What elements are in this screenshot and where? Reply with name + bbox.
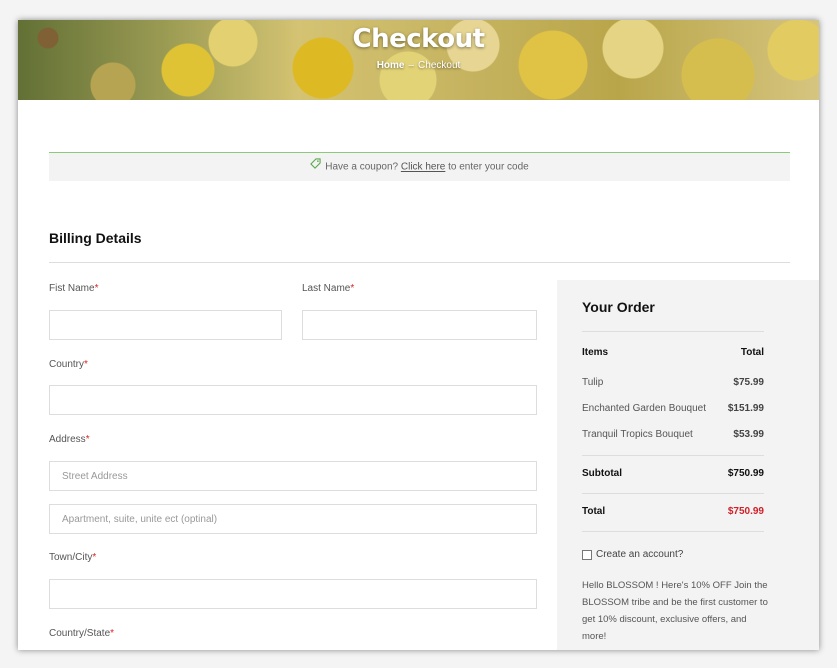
items-header: Items <box>582 347 609 358</box>
order-item-row: Tulip $75.99 <box>582 377 764 388</box>
address-label-text: Address <box>49 434 86 445</box>
country-field[interactable] <box>49 385 537 415</box>
divider <box>582 531 764 532</box>
required-mark: * <box>85 434 90 445</box>
order-item-name: Tulip <box>582 377 604 388</box>
coupon-suffix: to enter your code <box>448 161 529 173</box>
create-account-checkbox[interactable] <box>582 549 592 560</box>
town-city-field[interactable] <box>49 579 537 609</box>
required-mark: * <box>84 359 88 370</box>
coupon-notice: Have a coupon? Click here to enter your … <box>49 152 790 181</box>
order-item-row: Enchanted Garden Bouquet $151.99 <box>582 403 764 414</box>
required-mark: * <box>94 283 99 294</box>
last-name-field[interactable] <box>302 310 537 340</box>
subtotal-value: $750.99 <box>727 468 764 479</box>
apartment-field[interactable] <box>49 504 537 534</box>
subtotal-row: Subtotal $750.99 <box>582 468 764 479</box>
town-city-label-text: Town/City <box>49 552 93 563</box>
hero-banner: Checkout Home – Checkout <box>18 20 819 100</box>
order-summary-panel: Your Order Items Total Tulip $75.99 Ench… <box>557 280 819 650</box>
last-name-label: Last Name* <box>302 283 354 294</box>
address-label: Address* <box>49 434 90 445</box>
coupon-click-here-link[interactable]: Click here <box>401 162 445 173</box>
divider <box>49 262 790 263</box>
your-order-heading: Your Order <box>582 299 655 315</box>
first-name-field[interactable] <box>49 310 282 340</box>
promo-message: Hello BLOSSOM ! Here's 10% OFF Join the … <box>582 580 768 642</box>
country-label: Country* <box>49 359 88 370</box>
total-value: $750.99 <box>727 506 764 517</box>
order-item-price: $53.99 <box>733 429 764 440</box>
checkout-page: Checkout Home – Checkout Have a coupon? Cl… <box>18 20 819 650</box>
total-label: Total <box>582 506 606 517</box>
town-city-label: Town/City* <box>49 552 96 563</box>
first-name-label: Fist Name* <box>49 283 98 294</box>
total-row: Total $750.99 <box>582 506 764 517</box>
country-state-label-text: Country/State <box>49 628 111 639</box>
order-item-name: Enchanted Garden Bouquet <box>582 403 706 414</box>
divider <box>582 493 764 494</box>
last-name-label-text: Last Name <box>302 283 351 294</box>
order-item-price: $151.99 <box>727 403 764 414</box>
tag-icon <box>310 153 321 181</box>
country-label-text: Country <box>49 359 85 370</box>
first-name-label-text: Fist Name <box>49 283 95 294</box>
breadcrumb-home-link[interactable]: Home <box>377 60 405 71</box>
order-item-price: $75.99 <box>733 377 764 388</box>
order-header-row: Items Total <box>582 347 764 358</box>
billing-details-heading: Billing Details <box>49 230 142 246</box>
breadcrumb-separator: – <box>408 60 415 71</box>
divider <box>582 331 764 332</box>
total-header: Total <box>740 347 764 358</box>
country-state-label: Country/State* <box>49 628 114 639</box>
breadcrumb: Home – Checkout <box>18 60 819 71</box>
required-mark: * <box>110 628 115 639</box>
create-account-option[interactable]: Create an account? <box>582 549 683 560</box>
street-address-field[interactable] <box>49 461 537 491</box>
subtotal-label: Subtotal <box>582 468 622 479</box>
create-account-label: Create an account? <box>596 549 684 560</box>
order-item-row: Tranquil Tropics Bouquet $53.99 <box>582 429 764 440</box>
required-mark: * <box>92 552 97 563</box>
required-mark: * <box>350 283 355 294</box>
page-title: Checkout <box>352 24 485 54</box>
divider <box>582 455 764 456</box>
order-item-name: Tranquil Tropics Bouquet <box>582 429 693 440</box>
coupon-prefix: Have a coupon? <box>325 161 399 173</box>
breadcrumb-current: Checkout <box>418 60 461 71</box>
